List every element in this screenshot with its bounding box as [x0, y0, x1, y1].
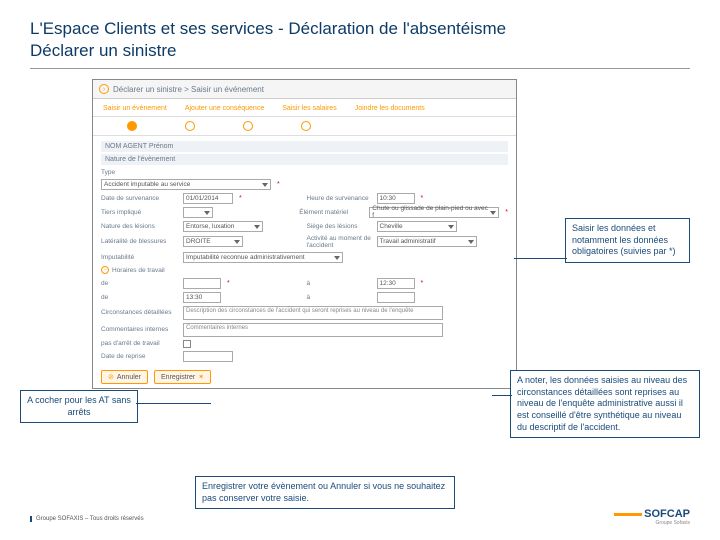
- de-input-1[interactable]: [183, 278, 221, 289]
- step-2-icon: [185, 121, 195, 131]
- required-icon: *: [227, 280, 230, 287]
- tab-saisir-evenement[interactable]: Saisir un évènement: [103, 103, 167, 116]
- arret-checkbox[interactable]: [183, 340, 191, 348]
- a-label-2: à: [307, 294, 373, 301]
- step-3-icon: [243, 121, 253, 131]
- required-icon: *: [239, 195, 242, 202]
- wizard-tabs: Saisir un évènement Ajouter une conséque…: [93, 99, 516, 117]
- imputabilite-label: Imputabilité: [101, 254, 179, 261]
- lateralite-label: Latéralité de blessures: [101, 238, 179, 245]
- element-materiel-label: Élément matériel: [299, 209, 365, 216]
- siege-lesions-select[interactable]: Cheville: [377, 221, 457, 232]
- footer-copyright: Groupe SOFAXIS – Tous droits réservés: [30, 516, 144, 522]
- minus-icon[interactable]: −: [101, 266, 109, 274]
- activite-select[interactable]: Travail administratif: [377, 236, 477, 247]
- page-title: L'Espace Clients et ses services - Décla…: [30, 18, 690, 69]
- required-icon: *: [277, 181, 280, 188]
- type-select[interactable]: Accident imputable au service: [101, 179, 271, 190]
- a-label-1: à: [307, 280, 373, 287]
- connector-line: [514, 258, 567, 259]
- footer-logo: SOFCAP Groupe Sofaxis: [614, 508, 690, 526]
- step-4-icon: [301, 121, 311, 131]
- arret-label: pas d'arrêt de travail: [101, 340, 179, 347]
- title-line-2: Déclarer un sinistre: [30, 41, 176, 60]
- enregistrer-button[interactable]: Enregistrer✶: [154, 370, 211, 384]
- circonstances-label: Circonstances détaillées: [101, 309, 179, 316]
- required-icon: *: [421, 195, 424, 202]
- date-survenance-input[interactable]: 01/01/2014: [183, 193, 233, 204]
- circonstances-textarea[interactable]: Description des circonstances de l'accid…: [183, 306, 443, 320]
- heure-survenance-input[interactable]: 10:30: [377, 193, 415, 204]
- connector-line: [136, 403, 211, 404]
- nature-lesions-select[interactable]: Entorse, luxation: [183, 221, 263, 232]
- tiers-select[interactable]: [183, 207, 213, 218]
- reprise-label: Date de reprise: [101, 353, 179, 360]
- callout-required-fields: Saisir les données et notamment les donn…: [565, 218, 690, 263]
- reprise-input[interactable]: [183, 351, 233, 362]
- siege-lesions-label: Siège des lésions: [307, 223, 373, 230]
- breadcrumb-text: Déclarer un sinistre > Saisir un événeme…: [113, 85, 264, 94]
- a-input-2[interactable]: [377, 292, 415, 303]
- title-line-1: L'Espace Clients et ses services - Décla…: [30, 19, 506, 38]
- tab-joindre-documents[interactable]: Joindre les documents: [355, 103, 425, 116]
- callout-checkbox: A cocher pour les AT sans arrêts: [20, 390, 138, 423]
- arrow-right-icon: ›: [99, 84, 109, 94]
- save-icon: ✶: [198, 373, 204, 381]
- callout-circonstances: A noter, les données saisies au niveau d…: [510, 370, 700, 438]
- activite-label: Activité au moment de l'accident: [307, 235, 373, 249]
- connector-line: [492, 395, 512, 396]
- a-input-1[interactable]: 12:30: [377, 278, 415, 289]
- step-indicator: [93, 117, 516, 136]
- heure-survenance-label: Heure de survenance: [307, 195, 373, 202]
- element-materiel-select[interactable]: Chute ou glissade de plain-pied ou avec …: [369, 207, 499, 218]
- type-label: Type: [101, 169, 179, 176]
- date-survenance-label: Date de survenance: [101, 195, 179, 202]
- action-buttons: ⊘Annuler Enregistrer✶: [93, 366, 516, 388]
- callout-buttons: Enregistrer votre évènement ou Annuler s…: [195, 476, 455, 509]
- nature-lesions-label: Nature des lésions: [101, 223, 179, 230]
- commentaires-label: Commentaires internes: [101, 326, 179, 333]
- lateralite-select[interactable]: DROITE: [183, 236, 243, 247]
- annuler-button[interactable]: ⊘Annuler: [101, 370, 148, 384]
- step-1-icon: [127, 121, 137, 131]
- required-icon: *: [505, 209, 508, 216]
- tab-ajouter-consequence[interactable]: Ajouter une conséquence: [185, 103, 264, 116]
- de-input-2[interactable]: 13:30: [183, 292, 221, 303]
- tiers-label: Tiers impliqué: [101, 209, 179, 216]
- breadcrumb: › Déclarer un sinistre > Saisir un événe…: [93, 80, 516, 99]
- required-icon: *: [421, 280, 424, 287]
- de-label-1: de: [101, 280, 179, 287]
- commentaires-textarea[interactable]: Commentaires internes: [183, 323, 443, 337]
- cancel-icon: ⊘: [108, 373, 114, 381]
- app-window: › Déclarer un sinistre > Saisir un événe…: [92, 79, 517, 389]
- tab-saisir-salaires[interactable]: Saisir les salaires: [282, 103, 336, 116]
- logo-bar-icon: [614, 513, 642, 516]
- agent-name-header: NOM AGENT Prénom: [101, 141, 508, 152]
- section-nature-header: Nature de l'évènement: [101, 154, 508, 165]
- horaires-subheader: − Horaires de travail: [101, 264, 508, 276]
- imputabilite-select[interactable]: Imputabilité reconnue administrativement: [183, 252, 343, 263]
- de-label-2: de: [101, 294, 179, 301]
